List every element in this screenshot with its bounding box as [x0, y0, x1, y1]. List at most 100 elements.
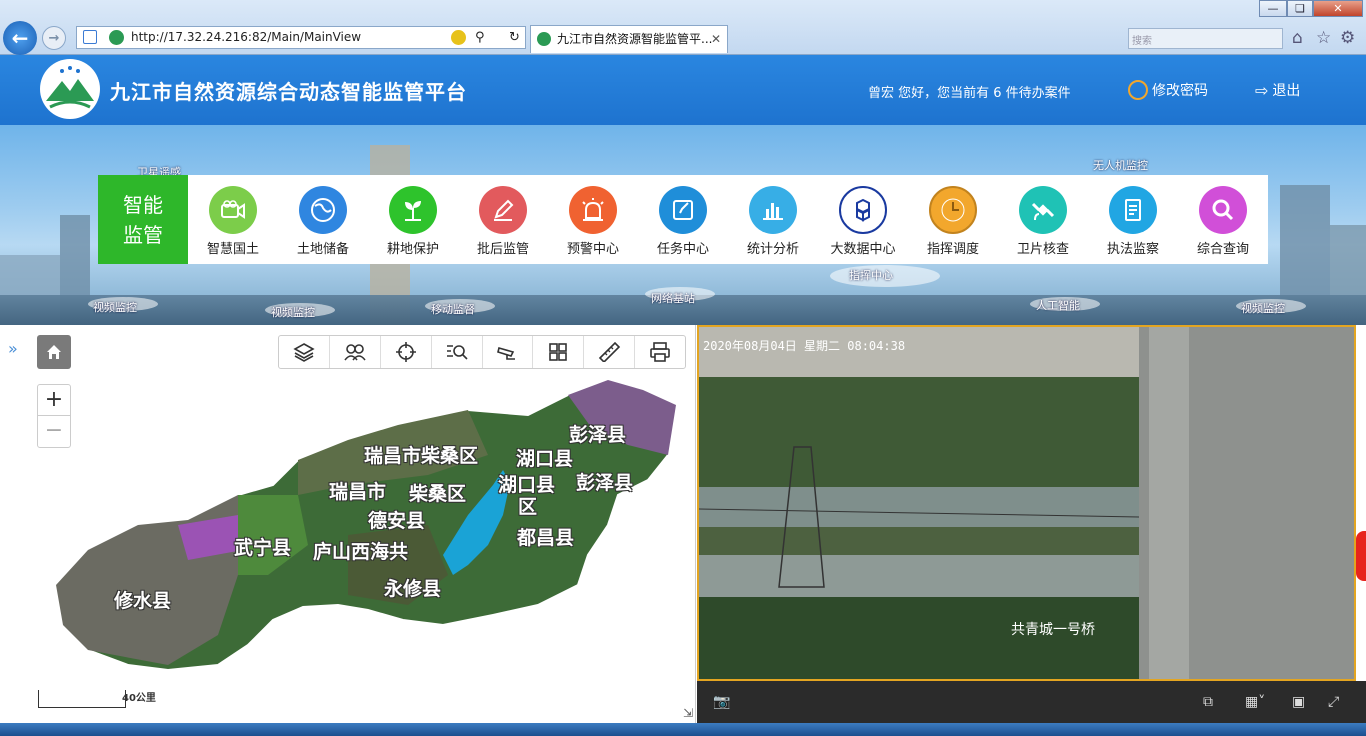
menu-item-label: 执法监察 [1106, 242, 1159, 257]
main-menu: 智能监管 智慧国土 土地储备 耕地保护 批后监管 预警中心 任务中心 统计分析 … [98, 175, 1268, 264]
menu-item-smart-land[interactable]: 智慧国土 [188, 175, 278, 264]
video-player[interactable]: 2020年08月04日 星期二 08:04:38 共青城一号桥 [697, 325, 1356, 681]
tab-favicon-icon [537, 32, 551, 46]
video-controls: 📷 ⧉ ▦˅ ▣ ⤢ [697, 681, 1366, 723]
close-window-button[interactable]: ✕ [1313, 0, 1363, 17]
tab-mainview[interactable]: 九江市自然资源智能监管平... ✕ [530, 25, 728, 53]
users-tool[interactable] [330, 336, 381, 368]
map-scale-bar [38, 690, 126, 708]
bar-chart-icon [749, 186, 797, 234]
back-button[interactable]: ← [3, 21, 37, 55]
fullscreen-icon[interactable]: ⤢ [1328, 694, 1339, 710]
maximize-button[interactable]: ❏ [1287, 0, 1313, 17]
banner-label-video-3: 视频监控 [1241, 302, 1285, 315]
expand-sidebar-icon[interactable]: » [8, 339, 18, 358]
favorites-star-icon[interactable]: ☆ [1316, 28, 1331, 48]
change-password-label: 修改密码 [1152, 83, 1208, 99]
banner-label-video-2: 视频监控 [271, 306, 315, 319]
banner-label-mobile: 移动监督 [431, 303, 475, 316]
menu-item-big-data[interactable]: 大数据中心 [818, 175, 908, 264]
menu-item-post-approval[interactable]: 批后监管 [458, 175, 548, 264]
print-tool[interactable] [635, 336, 685, 368]
measure-tool[interactable] [584, 336, 636, 368]
layers-icon [293, 343, 315, 362]
change-password-link[interactable]: 修改密码 [1128, 80, 1208, 100]
page-favicon-icon [83, 30, 97, 44]
grid-icon [549, 343, 568, 361]
globe-icon [299, 186, 347, 234]
locate-tool[interactable] [381, 336, 432, 368]
menu-item-command-dispatch[interactable]: 指挥调度 [908, 175, 998, 264]
grid-tool[interactable] [533, 336, 585, 368]
address-bar[interactable]: http://17.32.24.216:82/Main/MainView ⚲ ↻ [76, 26, 526, 49]
place-label: 彭泽县 [576, 472, 634, 494]
place-label: 都昌县 [517, 527, 575, 549]
browser-toolbar: — ❏ ✕ ← → http://17.32.24.216:82/Main/Ma… [0, 0, 1366, 55]
place-label: 庐山西海共 [313, 541, 409, 563]
clock-icon [929, 186, 977, 234]
search-icon[interactable]: ⚲ [475, 27, 485, 48]
home-icon[interactable]: ⌂ [1292, 28, 1303, 48]
video-caption: 共青城一号桥 [1011, 622, 1095, 638]
menu-item-label: 大数据中心 [830, 242, 896, 257]
tab-close-icon[interactable]: ✕ [711, 26, 721, 52]
document-icon [1109, 186, 1157, 234]
resize-icon[interactable]: ⇲ [683, 706, 693, 720]
menu-item-land-reserve[interactable]: 土地储备 [278, 175, 368, 264]
logout-link[interactable]: ⇨ 退出 [1255, 80, 1300, 100]
camera-icon [209, 186, 257, 234]
camera-tool[interactable] [483, 336, 534, 368]
menu-item-label: 统计分析 [746, 242, 799, 257]
browser-search-input[interactable]: 搜索 [1128, 28, 1283, 49]
settings-gear-icon[interactable]: ⚙ [1340, 28, 1355, 48]
menu-item-statistics[interactable]: 统计分析 [728, 175, 818, 264]
edit-icon [479, 186, 527, 234]
window-icon[interactable]: ▣ [1292, 694, 1305, 710]
tab-title: 九江市自然资源智能监管平... [557, 32, 713, 46]
app-logo [40, 59, 100, 119]
map-home-button[interactable] [37, 335, 71, 369]
sprout-icon [389, 186, 437, 234]
menu-item-law-enforcement[interactable]: 执法监察 [1088, 175, 1178, 264]
menu-item-satellite-check[interactable]: 卫片核查 [998, 175, 1088, 264]
crosshair-icon [395, 342, 416, 362]
logout-label: 退出 [1272, 83, 1301, 99]
alarm-icon [569, 186, 617, 234]
search-list-tool[interactable] [432, 336, 483, 368]
copy-screen-icon[interactable]: ⧉ [1203, 694, 1213, 710]
layers-tool[interactable] [279, 336, 330, 368]
compat-icon[interactable] [451, 30, 466, 45]
site-icon [109, 30, 124, 45]
map-scale-label: 40公里 [122, 693, 156, 704]
side-tab[interactable] [1356, 531, 1366, 581]
menu-item-warning-center[interactable]: 预警中心 [548, 175, 638, 264]
layout-grid-icon[interactable]: ▦˅ [1245, 694, 1265, 710]
forward-button[interactable]: → [42, 26, 66, 50]
banner-label-drone: 无人机监控 [1093, 159, 1148, 172]
minimize-button[interactable]: — [1259, 0, 1287, 17]
menu-item-farmland-protection[interactable]: 耕地保护 [368, 175, 458, 264]
refresh-icon[interactable]: ↻ [509, 27, 520, 48]
banner-label-video-1: 视频监控 [93, 301, 137, 314]
users-icon [344, 344, 366, 361]
menu-item-query[interactable]: 综合查询 [1178, 175, 1268, 264]
place-label: 彭泽县 [569, 424, 627, 446]
menu-item-label: 耕地保护 [386, 242, 439, 257]
menu-item-label: 指挥调度 [926, 242, 979, 257]
banner-label-command: 指挥中心 [849, 269, 893, 282]
menu-item-task-center[interactable]: 任务中心 [638, 175, 728, 264]
snapshot-camera-icon[interactable]: 📷 [713, 694, 730, 710]
menu-item-label: 批后监管 [476, 242, 529, 257]
user-greeting: 曾宏 您好，您当前有 6 件待办案件 [868, 86, 1071, 101]
banner-label-network: 网络基站 [651, 292, 695, 305]
place-label: 武宁县 [234, 537, 292, 559]
app-title: 九江市自然资源综合动态智能监管平台 [110, 80, 467, 104]
printer-icon [650, 342, 670, 362]
search-icon [1199, 186, 1247, 234]
taskbar [0, 723, 1366, 736]
place-label: 修水县 [114, 590, 172, 612]
place-label: 区 [518, 496, 538, 518]
lock-icon [1128, 80, 1148, 100]
cctv-icon [497, 347, 516, 360]
banner-label-ai: 人工智能 [1036, 299, 1080, 312]
